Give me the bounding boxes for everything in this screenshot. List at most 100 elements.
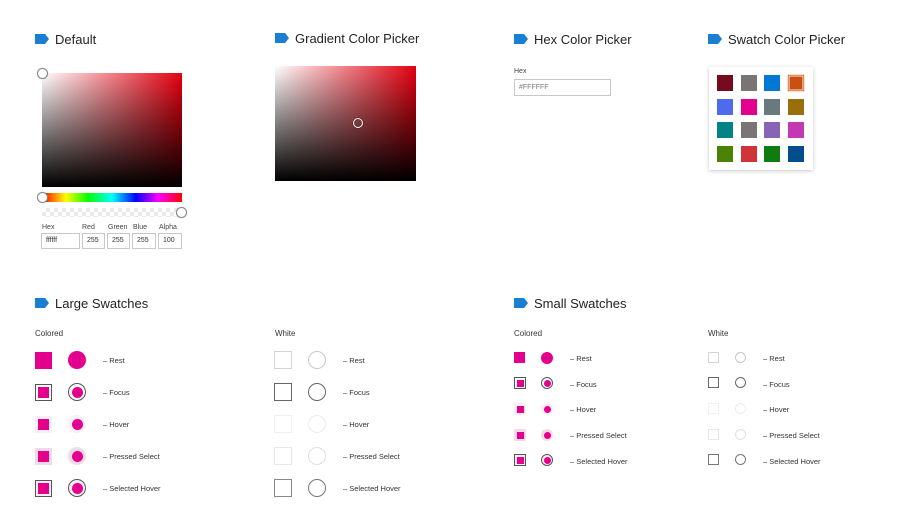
large-colored-square-focus[interactable] [35,384,52,401]
small-colored-square-pressed[interactable] [514,429,526,441]
color-swatch[interactable] [764,98,780,115]
color-swatch[interactable] [787,145,804,162]
small-white-square-focus[interactable] [708,377,719,388]
alpha-input[interactable]: 100 [158,233,182,249]
large-colored-square-rest[interactable] [35,352,52,369]
large-white-circle-pressed[interactable] [308,447,326,465]
section-small: Small Swatches [514,294,626,312]
section-tag-icon [35,34,49,44]
large-colored-state-focus: – Focus [103,388,130,397]
small-colored-state-selected-hover: – Selected Hover [570,457,628,466]
red-input[interactable]: 255 [82,233,105,249]
hue-slider[interactable] [42,193,182,202]
blue-label: Blue [133,224,148,231]
small-white-circle-selected-hover[interactable] [735,454,746,465]
gradient-thumb[interactable] [353,118,363,128]
small-colored-square-focus[interactable] [514,377,526,389]
green-input[interactable]: 255 [107,233,130,249]
color-swatch[interactable] [740,145,757,162]
small-white-circle-hover[interactable] [735,403,746,414]
large-white-state-pressed: – Pressed Select [343,452,400,461]
section-title: Swatch Color Picker [728,31,846,47]
large-colored-square-pressed[interactable] [35,448,52,465]
hex-label: Hex [42,224,55,231]
large-colored-state-rest: – Rest [103,356,125,365]
section-tag-icon [35,298,49,308]
large-white-circle-hover[interactable] [308,415,326,433]
color-swatch[interactable] [764,145,780,162]
large-white-square-selected-hover[interactable] [274,479,292,497]
gradient-color-area[interactable] [275,66,416,181]
color-swatch[interactable] [787,122,804,138]
section-tag-icon [514,298,528,308]
large-white-square-focus[interactable] [274,383,292,401]
small-white-circle-pressed[interactable] [735,429,746,440]
small-colored-circle-rest[interactable] [541,352,553,364]
small-colored-label: Colored [514,329,543,338]
small-white-square-hover[interactable] [708,403,719,414]
large-white-circle-selected-hover[interactable] [308,479,326,497]
alpha-slider-thumb[interactable] [176,207,187,218]
large-colored-square-hover[interactable] [35,416,52,433]
large-colored-circle-focus[interactable] [68,383,86,401]
large-white-circle-rest[interactable] [308,351,326,369]
color-swatch[interactable] [740,98,757,115]
small-white-square-rest[interactable] [708,352,719,363]
color-swatch[interactable] [717,75,733,91]
small-white-state-pressed: – Pressed Select [763,431,820,440]
color-area-thumb[interactable] [37,68,48,79]
color-swatch[interactable] [717,98,733,115]
color-swatch[interactable] [787,98,804,115]
default-color-area[interactable] [42,73,182,187]
hex-picker-input[interactable]: #FFFFFF [514,79,611,96]
large-colored-circle-pressed[interactable] [68,447,86,465]
alpha-slider[interactable] [42,208,182,217]
small-colored-state-focus: – Focus [570,380,597,389]
color-swatch[interactable] [717,122,733,138]
section-large: Large Swatches [35,294,148,312]
small-colored-state-hover: – Hover [570,405,597,414]
small-colored-circle-focus[interactable] [541,377,553,389]
color-swatch[interactable] [764,75,780,91]
small-colored-circle-pressed[interactable] [541,429,553,441]
small-white-label: White [708,329,729,338]
blue-input[interactable]: 255 [132,233,156,249]
large-colored-circle-rest[interactable] [68,351,86,369]
small-colored-square-selected-hover[interactable] [514,454,526,466]
large-white-state-selected-hover: – Selected Hover [343,484,401,493]
large-white-square-pressed[interactable] [274,447,292,465]
section-swatch: Swatch Color Picker [708,30,845,48]
color-swatch[interactable] [764,122,780,138]
section-title: Hex Color Picker [534,31,632,47]
section-tag-icon [708,34,722,44]
large-white-square-rest[interactable] [274,351,292,369]
small-white-state-focus: – Focus [763,380,790,389]
small-colored-circle-hover[interactable] [541,403,553,415]
large-colored-circle-selected-hover[interactable] [68,479,86,497]
small-colored-square-hover[interactable] [514,403,526,415]
large-colored-square-selected-hover[interactable] [35,480,52,497]
small-white-state-rest: – Rest [763,354,785,363]
small-white-square-pressed[interactable] [708,429,719,440]
small-white-circle-focus[interactable] [735,377,746,388]
small-colored-square-rest[interactable] [514,352,525,363]
section-tag-icon [514,34,528,44]
color-swatch[interactable] [740,75,757,91]
color-swatch[interactable] [717,145,733,162]
small-colored-circle-selected-hover[interactable] [541,454,553,466]
large-colored-state-pressed: – Pressed Select [103,452,160,461]
section-gradient: Gradient Color Picker [275,29,419,47]
large-white-state-rest: – Rest [343,356,365,365]
color-swatch[interactable] [788,76,803,90]
large-colored-state-selected-hover: – Selected Hover [103,484,161,493]
hue-slider-thumb[interactable] [37,192,48,203]
large-white-circle-focus[interactable] [308,383,326,401]
hex-input[interactable]: ffffff [41,233,80,249]
small-white-state-selected-hover: – Selected Hover [763,457,821,466]
color-swatch[interactable] [740,122,757,138]
large-white-label: White [275,329,296,338]
large-white-square-hover[interactable] [274,415,292,433]
small-white-square-selected-hover[interactable] [708,454,719,465]
small-white-circle-rest[interactable] [735,352,746,363]
large-colored-circle-hover[interactable] [68,415,86,433]
